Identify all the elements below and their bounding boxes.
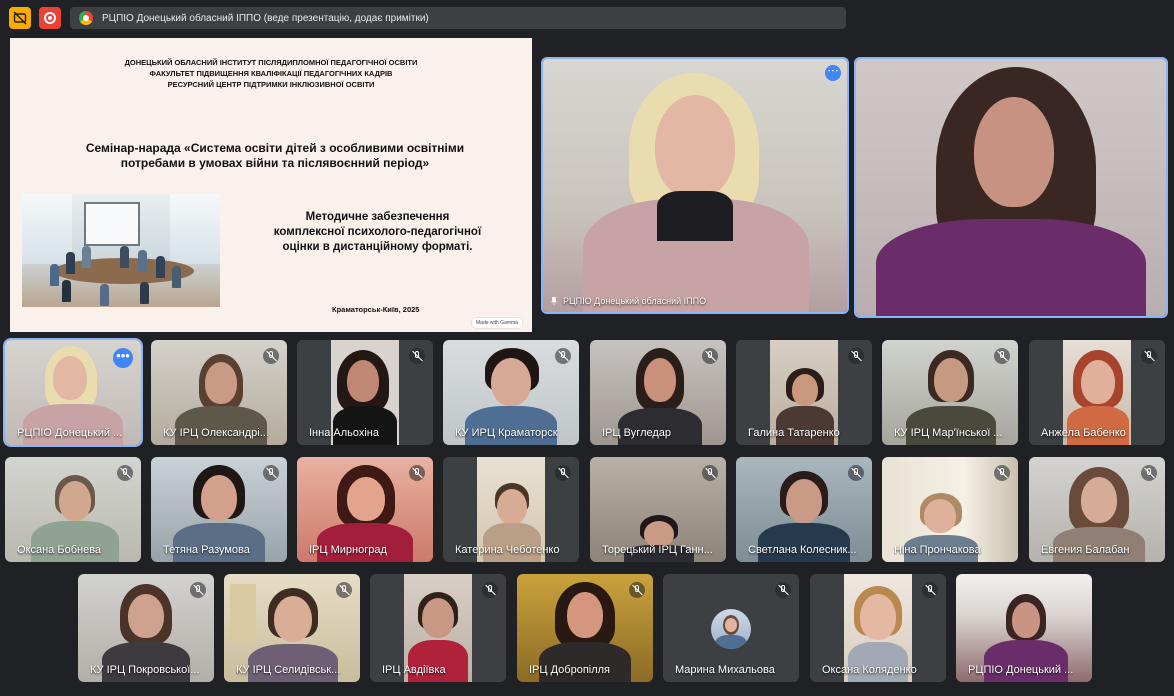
participant-tile[interactable]: ІРЦ Добропілля [517,574,653,682]
participant-name: Оксана Бобнева [17,544,102,556]
slide-title: Семінар-нарада «Система освіти дітей з о… [50,141,500,171]
participant-name: Галина Татаренко [748,427,840,439]
slide-illustration [22,194,220,307]
avatar [711,609,751,649]
presentation-slide[interactable]: ДОНЕЦЬКИЙ ОБЛАСНИЙ ІНСТИТУТ ПІСЛЯДИПЛОМН… [10,38,532,332]
pinned-speaker-label: РЦПІО Донецький обласний ІППО [551,296,706,306]
captions-off-icon[interactable] [9,7,31,29]
participant-tile[interactable]: Інна Альохіна [297,340,433,445]
participant-tile[interactable]: Оксана Бобнева [5,457,141,562]
recording-icon[interactable] [39,7,61,29]
presentation-indicator[interactable]: РЦПІО Донецький обласний ІППО (веде през… [70,7,846,29]
participant-tile[interactable]: КУ ІРЦ Олександрі... [151,340,287,445]
participant-name: Оксана Коляденко [822,664,917,676]
featured-participant-tile[interactable] [856,59,1166,316]
participant-tile[interactable]: Марина Михальова [663,574,799,682]
speaking-indicator-icon [825,65,841,81]
pinned-speaker-name: РЦПІО Донецький обласний ІППО [563,296,707,306]
mic-off-icon [848,348,864,364]
mic-off-icon [190,582,206,598]
slide-header-line: ДОНЕЦЬКИЙ ОБЛАСНИЙ ІНСТИТУТ ПІСЛЯДИПЛОМН… [124,58,418,67]
chrome-tab-icon [79,11,93,25]
participant-tile[interactable]: РЦПІО Донецький ... [956,574,1092,682]
mic-off-icon [629,582,645,598]
mic-off-icon [848,465,864,481]
participant-name: ІРЦ Добропілля [529,664,611,676]
featured-speaker-tile[interactable]: РЦПІО Донецький обласний ІППО [543,59,847,312]
slide-subtitle: Методичне забезпечення комплексної психо… [265,210,490,255]
participant-tile[interactable]: Оксана Коляденко [810,574,946,682]
pin-icon [551,297,557,305]
participant-tile[interactable]: Галина Татаренко [736,340,872,445]
participant-tile[interactable]: ІРЦ Мирноград [297,457,433,562]
mic-off-icon [409,348,425,364]
participant-tile[interactable]: Светлана Колесник... [736,457,872,562]
slide-subtitle-line: комплексної психолого-педагогічної [273,226,482,238]
participant-tile[interactable]: ІРЦ Авдіївка [370,574,506,682]
participant-name: Торецький ІРЦ Ганн... [602,544,713,556]
participant-name: Тетяна Разумова [163,544,250,556]
participant-name: ІРЦ Мирноград [309,544,387,556]
slide-header-line: РЕСУРСНИЙ ЦЕНТР ПІДТРИМКИ ІНКЛЮЗИВНОЇ ОС… [167,80,375,89]
participant-tile[interactable]: Ніна Прончакова [882,457,1018,562]
slide-header-line: ФАКУЛЬТЕТ ПІДВИЩЕННЯ КВАЛІФІКАЦІЇ ПЕДАГО… [149,69,393,78]
presentation-label: РЦПІО Донецький обласний ІППО (веде през… [102,12,429,24]
participant-name: РЦПІО Донецький ... [968,664,1074,676]
participant-tile[interactable]: КУ ІРЦ Мар'їнської ... [882,340,1018,445]
participant-name: Евгения Балабан [1041,544,1130,556]
participant-name: КУ ИРЦ Краматорск [455,427,558,439]
participant-tile[interactable]: Анжела Бабенко [1029,340,1165,445]
participant-tile[interactable]: КУ ИРЦ Краматорск [443,340,579,445]
participant-name: Катерина Чеботенко [455,544,560,556]
mic-off-icon [117,465,133,481]
mic-off-icon [336,582,352,598]
participant-tile[interactable]: КУ ІРЦ Покровської... [78,574,214,682]
participant-tile[interactable]: Тетяна Разумова [151,457,287,562]
mic-off-icon [263,348,279,364]
participant-name: Інна Альохіна [309,427,379,439]
mic-off-icon [994,348,1010,364]
gamma-badge: Made with Gamma [472,318,522,328]
mic-off-icon [482,582,498,598]
participant-name: Анжела Бабенко [1041,427,1126,439]
participant-tile[interactable]: Катерина Чеботенко [443,457,579,562]
slide-header: ДОНЕЦЬКИЙ ОБЛАСНИЙ ІНСТИТУТ ПІСЛЯДИПЛОМН… [10,57,532,90]
mic-off-icon [702,465,718,481]
participant-name: Марина Михальова [675,664,775,676]
participant-name: ІРЦ Вугледар [602,427,672,439]
slide-subtitle-line: оцінки в дистанційному форматі. [282,241,473,253]
mic-off-icon [555,348,571,364]
top-bar: РЦПІО Донецький обласний ІППО (веде през… [0,0,1174,36]
participant-tile[interactable]: ІРЦ Вугледар [590,340,726,445]
mic-off-icon [994,465,1010,481]
participant-name: КУ ІРЦ Олександрі... [163,427,269,439]
slide-title-line: потребами в умовах війни та післявоєнний… [120,156,430,170]
participant-tile[interactable]: ••• РЦПІО Донецький ... [5,340,141,445]
mic-off-icon [775,582,791,598]
mic-off-icon [702,348,718,364]
participant-name: Светлана Колесник... [748,544,857,556]
mic-off-icon [922,582,938,598]
participant-tile[interactable]: Торецький ІРЦ Ганн... [590,457,726,562]
participant-name: КУ ІРЦ Селидівськ... [236,664,341,676]
participant-name: КУ ІРЦ Покровської... [90,664,200,676]
mic-off-icon [1141,465,1157,481]
slide-city-year: Краматорськ-Київ, 2025 [332,305,420,314]
participant-name: Ніна Прончакова [894,544,981,556]
participant-name: КУ ІРЦ Мар'їнської ... [894,427,1003,439]
mic-off-icon [409,465,425,481]
slide-title-line: Семінар-нарада «Система освіти дітей з о… [85,141,465,155]
participant-name: РЦПІО Донецький ... [17,427,123,439]
mic-off-icon [555,465,571,481]
more-options-icon[interactable]: ••• [113,348,133,368]
participant-name: ІРЦ Авдіївка [382,664,446,676]
slide-subtitle-line: Методичне забезпечення [305,211,450,223]
participant-tile[interactable]: Евгения Балабан [1029,457,1165,562]
mic-off-icon [263,465,279,481]
participant-tile[interactable]: КУ ІРЦ Селидівськ... [224,574,360,682]
mic-off-icon [1141,348,1157,364]
